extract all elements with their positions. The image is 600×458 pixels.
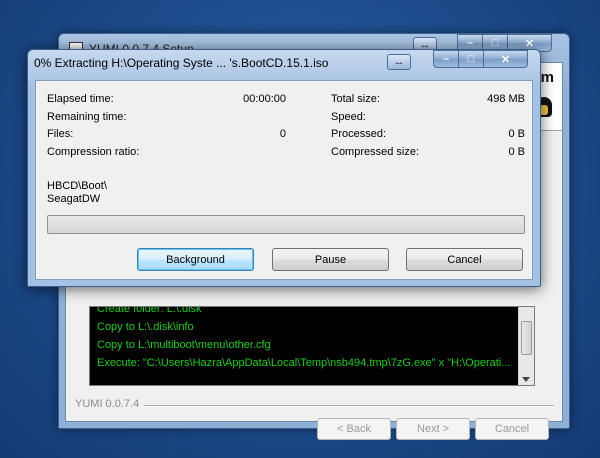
background-button[interactable]: Background (137, 248, 254, 271)
dialog-caption-buttons: – □ ✕ (433, 50, 528, 68)
total-size-label: Total size: (331, 93, 380, 105)
log-line: Copy to L:\multiboot\menu\other.cfg (97, 339, 271, 351)
dialog-cancel-button[interactable]: Cancel (406, 248, 523, 271)
elapsed-time-label: Elapsed time: (47, 93, 114, 105)
maximize-button[interactable]: □ (459, 50, 484, 68)
compressed-size-label: Compressed size: (331, 146, 420, 158)
current-file-path: HBCD\Boot\ (47, 180, 107, 192)
scroll-down-arrow-icon[interactable] (522, 377, 530, 382)
install-log[interactable]: Create folder: L:\.disk Copy to L:\.disk… (89, 306, 535, 386)
brand-label: YUMI 0.0.7.4 (75, 398, 140, 410)
log-scrollbar[interactable] (518, 307, 534, 385)
brand-divider (144, 405, 554, 407)
back-button[interactable]: < Back (317, 418, 391, 440)
compression-ratio-label: Compression ratio: (47, 146, 140, 158)
compressed-size-value: 0 B (508, 146, 525, 158)
files-value: 0 (279, 128, 286, 140)
resize-arrows-icon[interactable]: ↔ (387, 54, 411, 70)
dialog-client-area: Elapsed time: 00:00:00 Remaining time: F… (35, 80, 533, 280)
files-label: Files: (47, 128, 74, 140)
scroll-thumb[interactable] (521, 321, 532, 355)
dialog-title: 0% Extracting H:\Operating Syste ... 's.… (34, 56, 329, 70)
processed-value: 0 B (508, 128, 525, 140)
extracting-dialog: 0% Extracting H:\Operating Syste ... 's.… (27, 49, 541, 287)
yumi-logo: m (540, 69, 554, 86)
log-line: Copy to L:\.disk\info (97, 321, 194, 333)
processed-label: Processed: (331, 128, 387, 140)
extraction-progress-bar (47, 215, 525, 234)
pause-button[interactable]: Pause (272, 248, 389, 271)
setup-cancel-button[interactable]: Cancel (475, 418, 549, 440)
log-line: Create folder: L:\.disk (97, 306, 202, 315)
current-file-name: SeagatDW (47, 193, 101, 205)
log-line: Execute: "C:\Users\Hazra\AppData\Local\T… (97, 357, 511, 369)
elapsed-time-value: 00:00:00 (243, 93, 286, 105)
speed-label: Speed: (331, 111, 366, 123)
minimize-button[interactable]: – (433, 50, 459, 68)
next-button[interactable]: Next > (396, 418, 470, 440)
total-size-value: 498 MB (487, 93, 525, 105)
close-button[interactable]: ✕ (484, 50, 528, 68)
remaining-time-label: Remaining time: (47, 111, 127, 123)
